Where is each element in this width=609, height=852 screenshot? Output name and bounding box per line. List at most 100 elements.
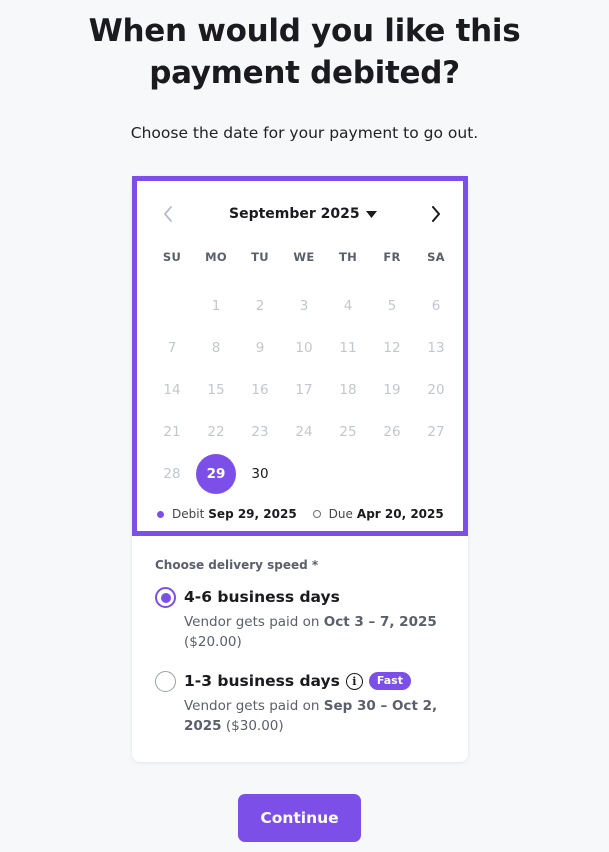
next-month-button[interactable] <box>423 201 449 227</box>
calendar-day-number: 30 <box>251 466 269 482</box>
delivery-option-fast[interactable]: 1-3 business days i Fast Vendor gets pai… <box>155 670 455 736</box>
calendar-day: 25 <box>326 411 370 453</box>
calendar-day: 17 <box>282 369 326 411</box>
debit-dot-icon <box>157 510 164 518</box>
calendar-day-number: 12 <box>383 340 401 356</box>
calendar-day-number: 24 <box>295 424 313 440</box>
calendar-day-number: 26 <box>383 424 401 440</box>
calendar-day-number: 8 <box>211 340 221 356</box>
weekday-header: FR <box>383 250 401 264</box>
calendar-day: 1 <box>194 285 238 327</box>
calendar-day-number: 16 <box>251 382 269 398</box>
calendar-day-number: 28 <box>163 466 181 482</box>
calendar-day: 10 <box>282 327 326 369</box>
calendar-day: 14 <box>150 369 194 411</box>
calendar-grid: SU MO TU WE TH FR SA 1 2 3 4 5 6 7 8 9 10 11 12 13 14 15 16 17 1… <box>150 243 458 495</box>
calendar-day-number: 10 <box>295 340 313 356</box>
calendar-legend: Debit Sep 29, 2025 Due Apr 20, 2025 <box>157 505 444 523</box>
calendar-day-number: 6 <box>431 298 441 314</box>
calendar-day[interactable]: 30 <box>238 453 282 495</box>
calendar-day: 13 <box>414 327 458 369</box>
calendar-day: 12 <box>370 327 414 369</box>
calendar-day: 11 <box>326 327 370 369</box>
calendar-day-number: 4 <box>343 298 353 314</box>
calendar-day: 3 <box>282 285 326 327</box>
date-picker-calendar: September 2025 SU MO TU WE TH FR SA 1 2 3 4 5 6 7 8 9 10… <box>132 176 468 536</box>
month-year-label: September 2025 <box>229 206 360 222</box>
payment-date-card: September 2025 SU MO TU WE TH FR SA 1 2 3 4 5 6 7 8 9 10… <box>132 176 468 762</box>
weekday-header: TU <box>251 250 269 264</box>
calendar-day-number: 14 <box>163 382 181 398</box>
month-year-dropdown[interactable]: September 2025 <box>229 201 377 227</box>
calendar-day: 4 <box>326 285 370 327</box>
calendar-day: 2 <box>238 285 282 327</box>
calendar-day-number: 17 <box>295 382 313 398</box>
delivery-speed-section: Choose delivery speed * 4-6 business day… <box>155 558 455 736</box>
calendar-day: 18 <box>326 369 370 411</box>
calendar-day-number: 23 <box>251 424 269 440</box>
option-desc-price: ($20.00) <box>184 634 242 650</box>
option-desc-prefix: Vendor gets paid on <box>184 614 320 630</box>
calendar-day: 26 <box>370 411 414 453</box>
radio-standard[interactable] <box>155 587 176 608</box>
due-dot-icon <box>312 510 321 518</box>
weekday-header: MO <box>205 250 227 264</box>
calendar-day-number: 19 <box>383 382 401 398</box>
calendar-day-number: 7 <box>167 340 177 356</box>
calendar-day-number: 22 <box>207 424 225 440</box>
calendar-day-number: 13 <box>427 340 445 356</box>
calendar-day-number: 20 <box>427 382 445 398</box>
option-desc-date: Oct 3 – 7, 2025 <box>323 614 437 630</box>
weekday-header: TH <box>338 250 358 264</box>
option-desc-price: ($30.00) <box>225 718 284 734</box>
delivery-speed-label: Choose delivery speed * <box>155 558 319 572</box>
info-icon[interactable]: i <box>345 672 363 690</box>
calendar-day: 24 <box>282 411 326 453</box>
calendar-day-number: 18 <box>339 382 357 398</box>
calendar-blank-cell <box>150 285 194 327</box>
prev-month-button[interactable] <box>155 201 181 227</box>
calendar-day: 9 <box>238 327 282 369</box>
option-title: 4-6 business days <box>184 588 340 606</box>
calendar-day: 20 <box>414 369 458 411</box>
calendar-day: 8 <box>194 327 238 369</box>
calendar-day-number: 27 <box>427 424 445 440</box>
option-title: 1-3 business days <box>184 672 340 690</box>
calendar-day: 28 <box>150 453 194 495</box>
option-description: Vendor gets paid on Oct 3 – 7, 2025 ($20… <box>184 612 455 652</box>
calendar-day: 19 <box>370 369 414 411</box>
calendar-day: 16 <box>238 369 282 411</box>
calendar-day-number: 21 <box>163 424 181 440</box>
calendar-day-number: 11 <box>339 340 357 356</box>
caret-down-icon <box>365 210 377 218</box>
calendar-day-number: 5 <box>387 298 397 314</box>
weekday-header: WE <box>293 250 315 264</box>
debit-date: Sep 29, 2025 <box>208 507 297 521</box>
page-subtitle: Choose the date for your payment to go o… <box>130 124 479 142</box>
calendar-day-number: 29 <box>196 454 236 494</box>
calendar-day: 15 <box>194 369 238 411</box>
page-title: When would you like this payment debited… <box>88 13 521 91</box>
calendar-day-number: 15 <box>207 382 225 398</box>
calendar-day: 6 <box>414 285 458 327</box>
calendar-day-number: 2 <box>255 298 265 314</box>
calendar-day-selected[interactable]: 29 <box>194 453 238 495</box>
calendar-day-number: 1 <box>211 298 221 314</box>
calendar-day: 23 <box>238 411 282 453</box>
continue-button[interactable]: Continue <box>238 794 361 842</box>
calendar-day: 27 <box>414 411 458 453</box>
calendar-day-number: 9 <box>255 340 265 356</box>
option-desc-prefix: Vendor gets paid on <box>184 698 320 714</box>
weekday-header: SU <box>162 250 182 264</box>
weekday-header: SA <box>427 250 445 264</box>
delivery-option-standard[interactable]: 4-6 business days Vendor gets paid on Oc… <box>155 586 455 652</box>
chevron-right-icon <box>432 206 440 222</box>
calendar-header: September 2025 <box>137 201 463 227</box>
calendar-day: 5 <box>370 285 414 327</box>
due-label: Due <box>328 507 353 521</box>
calendar-day: 7 <box>150 327 194 369</box>
debit-label: Debit <box>172 507 205 521</box>
fast-badge: Fast <box>368 672 411 690</box>
radio-fast[interactable] <box>155 671 176 692</box>
option-description: Vendor gets paid on Sep 30 – Oct 2, 2025… <box>184 696 455 736</box>
